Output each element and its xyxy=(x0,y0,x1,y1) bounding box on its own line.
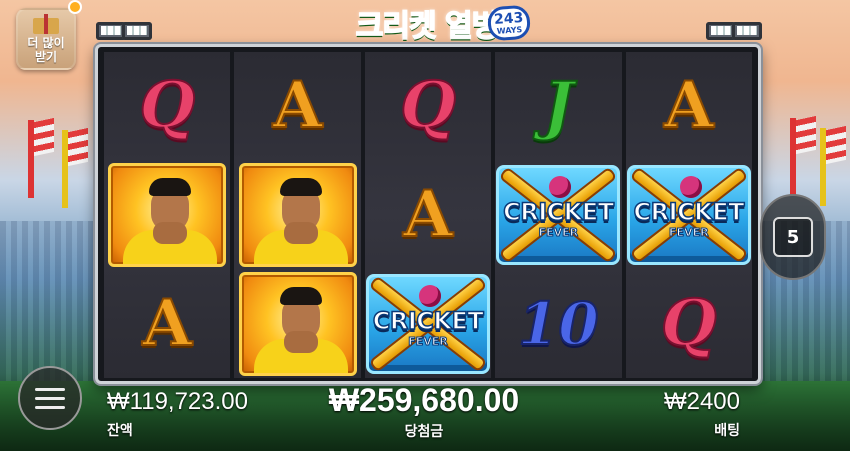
reel-2: A xyxy=(234,52,361,378)
reel-cell: CRICKET FEVER xyxy=(495,161,621,270)
reel-1: QA xyxy=(104,52,231,378)
cricket-fever-subtitle: FEVER xyxy=(538,225,579,239)
reel-cell: Q xyxy=(626,269,752,378)
reel-4: J CRICKET FEVER 10 xyxy=(495,52,622,378)
flag-icon xyxy=(62,130,68,208)
win-label: 당첨금 xyxy=(404,424,444,440)
reel-cell xyxy=(104,161,230,270)
symbol-q-icon: Q xyxy=(399,68,457,144)
reel-cell: A xyxy=(626,52,752,161)
cricket-fever-symbol-icon: CRICKET FEVER xyxy=(496,164,621,265)
reel-cell: CRICKET FEVER xyxy=(626,161,752,270)
symbol-a-icon: A xyxy=(663,68,715,144)
flag-icon xyxy=(28,120,34,198)
auto-spin-count: 5 xyxy=(773,217,813,257)
flag-icon xyxy=(820,128,826,206)
player-symbol-icon xyxy=(238,271,357,376)
bet-label: 배팅 xyxy=(714,423,740,439)
symbol-a-icon: A xyxy=(141,285,193,361)
cricket-fever-symbol-icon: CRICKET FEVER xyxy=(626,164,751,265)
reel-cell xyxy=(234,161,360,270)
win-display: ₩259,680.00 당첨금 xyxy=(322,382,526,441)
menu-icon xyxy=(35,387,65,391)
symbol-a-icon: A xyxy=(402,176,454,252)
notification-dot xyxy=(68,0,82,14)
balance-value: ₩119,723.00 xyxy=(107,388,248,415)
more-rewards-button[interactable]: 더 많이 받기 xyxy=(16,8,76,70)
floodlight-icon xyxy=(732,22,762,40)
win-value: ₩259,680.00 xyxy=(328,382,520,418)
bet-value: ₩2400 xyxy=(663,388,740,415)
reel-cell: Q xyxy=(104,52,230,161)
reel-cell: 10 xyxy=(495,269,621,378)
game-title: 크리켓 열병 xyxy=(355,8,500,45)
reel-cell: A xyxy=(104,269,230,378)
menu-icon xyxy=(35,396,65,400)
player-symbol-icon xyxy=(108,162,227,267)
cricket-fever-title: CRICKET xyxy=(502,197,615,227)
balance-display: ₩119,723.00 잔액 xyxy=(107,388,248,440)
menu-icon xyxy=(35,405,65,409)
cricket-fever-symbol-icon: CRICKET FEVER xyxy=(365,273,490,374)
flag-icon xyxy=(790,118,796,196)
cricket-fever-subtitle: FEVER xyxy=(669,225,710,239)
floodlight-icon xyxy=(122,22,152,40)
cricket-fever-title: CRICKET xyxy=(633,197,746,227)
reel-cell: A xyxy=(234,52,360,161)
cricket-fever-title: CRICKET xyxy=(372,306,485,336)
player-symbol-icon xyxy=(238,162,357,267)
menu-button[interactable] xyxy=(18,366,82,430)
reel-5: A CRICKET FEVER Q xyxy=(625,52,752,378)
balance-label: 잔액 xyxy=(107,423,133,439)
reel-cell: A xyxy=(365,161,491,270)
auto-spin-button[interactable]: 5 xyxy=(760,194,826,280)
ways-label: WAYS xyxy=(496,24,523,36)
gift-icon xyxy=(29,14,63,34)
symbol-q-icon: Q xyxy=(660,285,718,361)
more-rewards-label: 더 많이 받기 xyxy=(27,36,65,64)
symbol-q-icon: Q xyxy=(138,68,196,144)
ways-badge: 243 WAYS xyxy=(486,4,532,42)
reel-cell: J xyxy=(495,52,621,161)
reel-cell: CRICKET FEVER xyxy=(365,269,491,378)
reel-grid: Q A A Q A CRICKET FEVER J CRICKET FEVER 10 A CRICKET… xyxy=(104,52,752,378)
symbol-a-icon: A xyxy=(272,68,324,144)
reel-cell: Q xyxy=(365,52,491,161)
game-logo: 크리켓 열병 243 WAYS xyxy=(322,0,532,46)
bet-display[interactable]: ₩2400 배팅 xyxy=(662,388,740,440)
reel-cell xyxy=(234,269,360,378)
reel-3: Q A CRICKET FEVER xyxy=(364,52,492,378)
symbol-j-icon: J xyxy=(542,68,574,144)
symbol-10-icon: 10 xyxy=(517,289,600,358)
cricket-fever-subtitle: FEVER xyxy=(408,334,449,348)
